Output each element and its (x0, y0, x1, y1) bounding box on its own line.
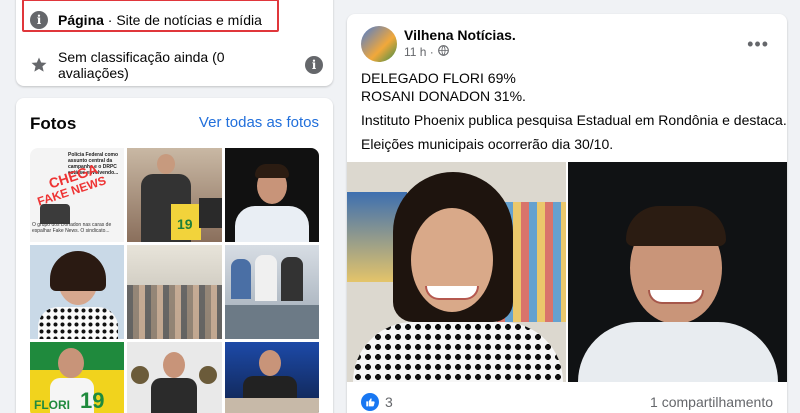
thumb-blouse (38, 307, 118, 339)
rating-row: Sem classificação ainda (0 avaliações) i (30, 49, 333, 81)
thumb-shirt (235, 206, 309, 242)
photo-grid: Polícia Federal como assunto central da … (30, 148, 319, 413)
post-footer: 3 1 compartilhamento (361, 393, 773, 411)
thumb-person (231, 259, 251, 299)
post-card: Vilhena Notícias. 11 h · ••• DELEGADO FL… (347, 14, 787, 413)
thumb-badge (131, 366, 149, 384)
blouse (353, 322, 563, 382)
post-text-line: Eleições municipais ocorrerão dia 30/10. (361, 136, 614, 152)
photo-thumb-6[interactable] (225, 245, 319, 339)
post-time-text[interactable]: 11 h · (404, 45, 434, 59)
page-category: · Site de notícias e mídia (103, 12, 262, 28)
thumb-sign-number: 19 (177, 216, 193, 232)
thumb-table (225, 305, 319, 339)
thumb-name: FLORI (34, 398, 70, 412)
smile (648, 290, 704, 304)
thumb-head (58, 348, 84, 378)
thumb-head (259, 350, 281, 376)
shirt (578, 322, 778, 382)
globe-icon (437, 45, 449, 59)
post-image-right (568, 162, 787, 382)
page-label: Página (58, 12, 104, 28)
thumb-head (163, 352, 185, 378)
info-icon: i (30, 11, 48, 29)
post-time: 11 h · (404, 45, 449, 59)
photo-thumb-4[interactable] (30, 245, 124, 339)
photos-title: Fotos (30, 114, 77, 133)
page-category-row: i Página · Site de notícias e mídia (30, 11, 262, 29)
photo-thumb-3[interactable] (225, 148, 319, 242)
thumb-bg (199, 198, 222, 228)
thumb-person (255, 255, 277, 301)
share-count[interactable]: 1 compartilhamento (650, 394, 773, 410)
thumb-number: 19 (80, 388, 105, 413)
post-image-left (347, 162, 566, 382)
hair (626, 206, 726, 246)
post-text-line: Instituto Phoenix publica pesquisa Estad… (361, 112, 787, 128)
thumb-caption: O grupo dos Donadon nas caras de espalha… (32, 222, 112, 234)
thumb-body (243, 376, 297, 400)
see-all-photos-link[interactable]: Ver todas as fotos (199, 114, 319, 131)
post-text-line: ROSANI DONADON 31%. (361, 88, 526, 104)
thumb-hair (255, 164, 289, 178)
thumb-head (157, 154, 175, 174)
intro-card: i Página · Site de notícias e mídia Sem … (16, 0, 333, 86)
photo-thumb-2[interactable]: 19 (127, 148, 222, 242)
post-text-line: DELEGADO FLORI 69% (361, 70, 516, 86)
like-icon[interactable] (361, 393, 379, 411)
smile (425, 286, 479, 300)
thumb-body (151, 378, 197, 413)
star-icon (30, 56, 48, 74)
avatar[interactable] (361, 26, 397, 62)
rating-text: Sem classificação ainda (0 avaliações) (58, 49, 225, 81)
photo-thumb-1[interactable]: Polícia Federal como assunto central da … (30, 148, 124, 242)
thumb-badge (199, 366, 217, 384)
photo-thumb-8[interactable] (127, 342, 222, 413)
thumb-person (281, 257, 303, 301)
info-icon[interactable]: i (305, 56, 323, 74)
photo-thumb-7[interactable]: FLORI 19 (30, 342, 124, 413)
more-icon[interactable]: ••• (747, 34, 769, 55)
thumb-figure (40, 204, 70, 224)
thumb-hair (50, 251, 106, 291)
like-count[interactable]: 3 (385, 394, 393, 410)
thumb-crowd (127, 285, 222, 339)
post-image[interactable] (347, 162, 787, 382)
photos-card: Fotos Ver todas as fotos Polícia Federal… (16, 98, 333, 413)
thumb-bottom (225, 398, 319, 413)
photo-thumb-5[interactable] (127, 245, 222, 339)
photo-thumb-9[interactable] (225, 342, 319, 413)
post-author[interactable]: Vilhena Notícias. (404, 27, 516, 43)
